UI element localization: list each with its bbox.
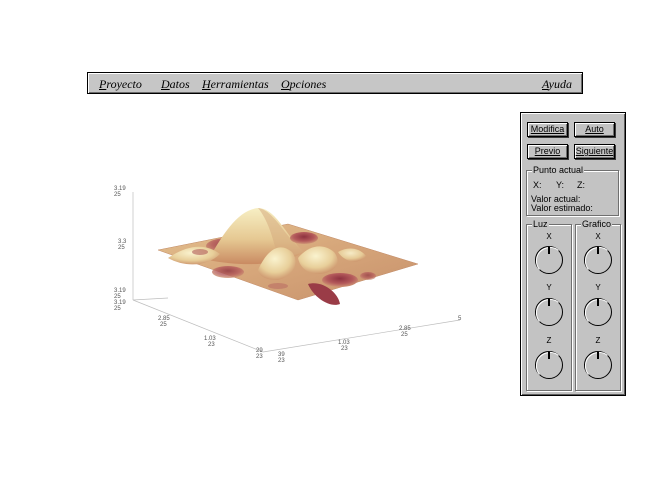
light-y-label: Y (546, 283, 552, 292)
graph-z-label: Z (595, 336, 601, 345)
menu-datos[interactable]: Datos (161, 77, 190, 92)
menu-herramientas[interactable]: Herramientas (202, 77, 269, 92)
auto-button[interactable]: Auto (574, 122, 615, 137)
current-point-group: Punto actual X: Y: Z: Valor actual: Valo… (526, 164, 619, 216)
estimated-value-label: Valor estimado: (531, 203, 593, 213)
menu-proyecto[interactable]: Proyecto (99, 77, 142, 92)
previous-button[interactable]: Previo (527, 144, 568, 159)
modify-button[interactable]: Modifica (527, 122, 568, 137)
next-button[interactable]: Siguiente (574, 144, 615, 159)
menu-ayuda[interactable]: Ayuda (542, 77, 572, 92)
y-tick-3: 5 (458, 316, 462, 322)
control-panel: Modifica Auto Previo Siguiente Punto act… (520, 112, 626, 396)
light-y-knob[interactable] (534, 297, 564, 327)
svg-text:25: 25 (114, 192, 121, 198)
menu-bar: Proyecto Datos Herramientas Opciones Ayu… (87, 72, 583, 94)
light-title: Luz (532, 218, 549, 230)
svg-text:23: 23 (278, 358, 285, 364)
svg-text:25: 25 (160, 322, 167, 328)
light-x-label: X (546, 232, 552, 241)
graph-z-knob[interactable] (583, 350, 613, 380)
graph-y-label: Y (595, 283, 601, 292)
x-axis-ticks: 2.85 25 1.03 23 29 23 39 23 (158, 316, 285, 364)
svg-text:25: 25 (118, 245, 125, 251)
svg-text:23: 23 (341, 346, 348, 352)
light-z-knob[interactable] (534, 350, 564, 380)
surface-mesh (157, 208, 419, 305)
light-x-knob[interactable] (534, 245, 564, 275)
z-label: Z: (577, 180, 585, 190)
x-label: X: (533, 180, 542, 190)
graph-group: Grafico X Y Z (575, 218, 621, 391)
y-label: Y: (556, 180, 565, 190)
svg-text:23: 23 (208, 342, 215, 348)
z-axis-ticks: 3.19 25 3.3 25 3.19 25 3.19 25 (114, 186, 127, 312)
graph-x-knob[interactable] (583, 245, 613, 275)
graph-x-label: X (595, 232, 601, 241)
light-group: Luz X Y Z (526, 218, 572, 391)
svg-text:23: 23 (256, 354, 263, 360)
svg-text:25: 25 (401, 332, 408, 338)
current-point-title: Punto actual (532, 164, 585, 176)
graph-y-knob[interactable] (583, 297, 613, 327)
surface-plot[interactable]: 3.19 25 3.3 25 3.19 25 3.19 25 2.85 25 1… (108, 180, 488, 380)
svg-text:25: 25 (114, 306, 121, 312)
light-z-label: Z (546, 336, 552, 345)
y-axis-ticks: 1.03 23 2.85 25 5 (338, 316, 462, 352)
menu-opciones[interactable]: Opciones (281, 77, 326, 92)
graph-title: Grafico (581, 218, 613, 230)
